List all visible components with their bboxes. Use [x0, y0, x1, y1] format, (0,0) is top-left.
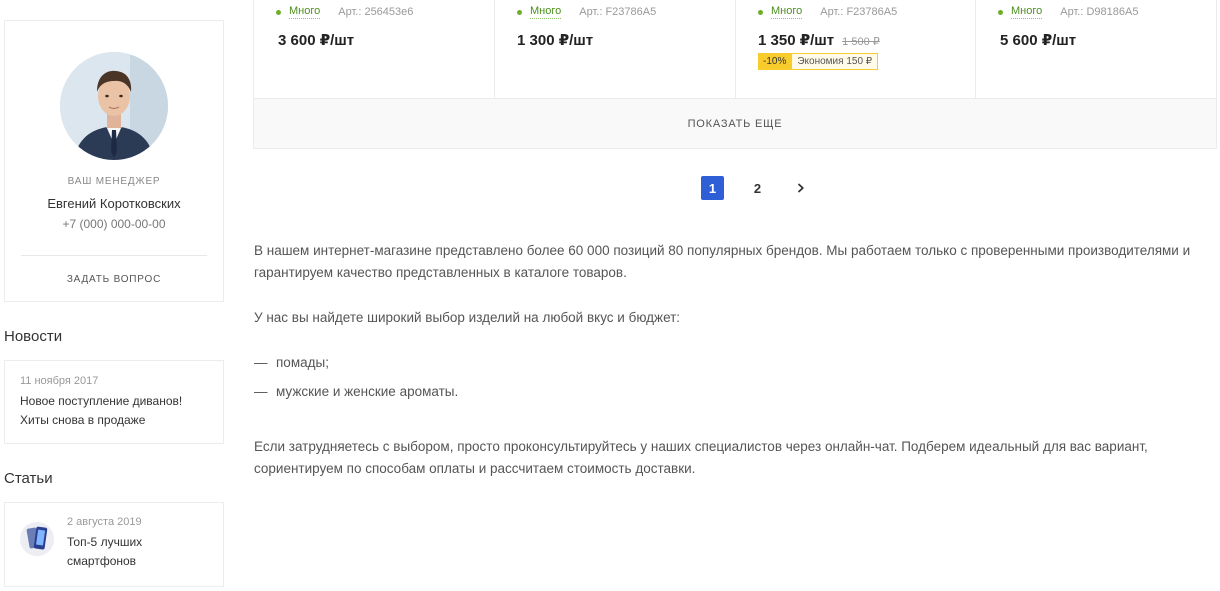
news-link[interactable]: Новое поступление диванов! Хиты снова в …	[20, 392, 208, 430]
manager-avatar	[60, 52, 168, 160]
article-link[interactable]: Топ-5 лучших смартфонов	[67, 533, 207, 571]
product-sku: Арт.: 256453e6	[338, 6, 414, 18]
product-card[interactable]: Много Арт.: F23786A5 1 300 ₽/шт	[495, 0, 736, 98]
stock-indicator-icon	[998, 9, 1003, 15]
page-2-button[interactable]: 2	[746, 176, 769, 200]
manager-name: Евгений Коротковских	[47, 196, 181, 211]
description-paragraph: У нас вы найдете широкий выбор изделий н…	[254, 310, 681, 325]
list-item: — помады;	[254, 352, 329, 374]
product-card[interactable]: Много Арт.: 256453e6 3 600 ₽/шт	[254, 0, 495, 98]
product-sku: Арт.: D98186A5	[1060, 6, 1139, 18]
articles-section-title: Статьи	[4, 470, 53, 487]
smartphone-image	[20, 522, 54, 556]
pagination: 1 2	[701, 176, 809, 200]
stock-status[interactable]: Много	[771, 5, 803, 19]
chevron-right-icon	[798, 183, 804, 193]
discount-savings: Экономия 150 ₽	[791, 53, 879, 70]
description-paragraph: Если затрудняетесь с выбором, просто про…	[254, 439, 1148, 476]
stock-indicator-icon	[517, 9, 522, 15]
manager-role: Ваш менеджер	[67, 176, 161, 187]
divider	[21, 255, 207, 256]
list-dash: —	[254, 355, 268, 370]
product-price: 5 600 ₽/шт	[1000, 32, 1077, 49]
list-dash: —	[254, 384, 268, 399]
stock-status[interactable]: Много	[530, 5, 562, 19]
product-price-block: 1 350 ₽/шт 1 500 ₽	[758, 31, 880, 49]
product-card[interactable]: Много Арт.: F23786A5 1 350 ₽/шт 1 500 ₽ -…	[736, 0, 976, 98]
manager-photo	[60, 52, 168, 160]
manager-phone[interactable]: +7 (000) 000-00-00	[5, 217, 223, 231]
ask-question-button[interactable]: Задать вопрос	[5, 274, 223, 285]
manager-card: Ваш менеджер Евгений Коротковских +7 (00…	[4, 20, 224, 302]
page-1-button[interactable]: 1	[701, 176, 724, 200]
discount-badge: -10% Экономия 150 ₽	[758, 53, 879, 70]
discount-percent: -10%	[758, 53, 792, 70]
description-paragraph: В нашем интернет-магазине представлено б…	[254, 243, 1191, 280]
stock-indicator-icon	[276, 9, 281, 15]
product-grid: Много Арт.: 256453e6 3 600 ₽/шт Много Ар…	[253, 0, 1217, 149]
product-price: 3 600 ₽/шт	[278, 32, 355, 49]
product-card[interactable]: Много Арт.: D98186A5 5 600 ₽/шт	[976, 0, 1218, 98]
news-date: 11 ноября 2017	[20, 375, 99, 387]
stock-indicator-icon	[758, 9, 763, 15]
product-price: 1 300 ₽/шт	[517, 32, 594, 49]
list-item: — мужские и женские ароматы.	[254, 381, 458, 403]
stock-status[interactable]: Много	[289, 5, 321, 19]
show-more-button[interactable]: Показать еще	[254, 98, 1216, 148]
news-card[interactable]: 11 ноября 2017 Новое поступление диванов…	[4, 360, 224, 444]
old-price: 1 500 ₽	[842, 36, 880, 48]
news-section-title: Новости	[4, 328, 63, 345]
article-date: 2 августа 2019	[67, 516, 142, 528]
list-item-text: мужские и женские ароматы.	[276, 384, 459, 399]
stock-status[interactable]: Много	[1011, 5, 1043, 19]
product-sku: Арт.: F23786A5	[820, 6, 898, 18]
product-sku: Арт.: F23786A5	[579, 6, 657, 18]
next-page-button[interactable]	[793, 176, 809, 200]
article-card[interactable]: 2 августа 2019 Топ-5 лучших смартфонов	[4, 502, 224, 587]
list-item-text: помады;	[276, 355, 329, 370]
product-price: 1 350 ₽/шт	[758, 32, 835, 49]
